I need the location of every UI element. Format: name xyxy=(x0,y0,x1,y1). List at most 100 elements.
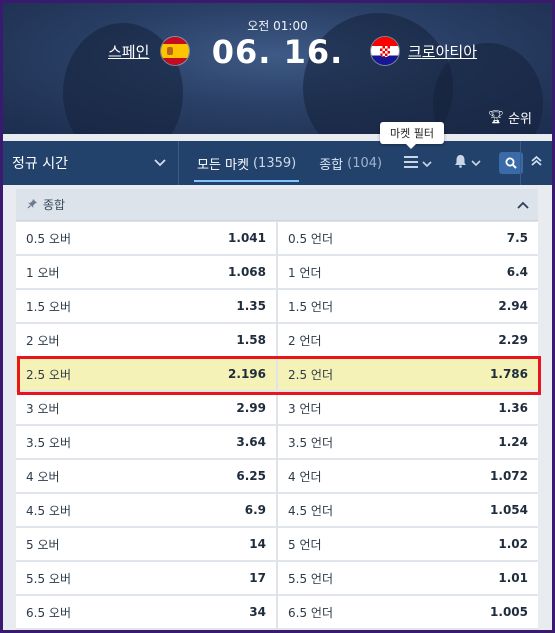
selection-label: 3.5 언더 xyxy=(288,435,333,450)
odds-row: 6.5 오버 34 6.5 언더 1.005 xyxy=(16,596,538,630)
odds-value: 1.36 xyxy=(498,401,528,415)
selection-label: 1 언더 xyxy=(288,265,322,280)
over-odds-button[interactable]: 0.5 오버 1.041 xyxy=(16,222,276,255)
double-chevron-up-icon xyxy=(531,155,542,171)
under-odds-button[interactable]: 4 언더 1.072 xyxy=(278,460,538,493)
tab-summary[interactable]: 종합 (104) xyxy=(319,141,382,185)
odds-value: 1.24 xyxy=(498,435,528,449)
chevron-down-icon xyxy=(154,157,166,170)
odds-value: 1.02 xyxy=(498,537,528,551)
selection-label: 3 오버 xyxy=(26,401,60,416)
period-dropdown[interactable]: 정규 시간 xyxy=(3,141,179,185)
tab-count: (104) xyxy=(347,155,383,171)
over-odds-button[interactable]: 4.5 오버 6.9 xyxy=(16,494,276,527)
tab-all-markets[interactable]: 모든 마켓 (1359) xyxy=(194,141,300,185)
over-odds-button[interactable]: 3 오버 2.99 xyxy=(16,392,276,425)
over-odds-button[interactable]: 5.5 오버 17 xyxy=(16,562,276,595)
market-header[interactable]: 종합 xyxy=(16,189,538,221)
under-odds-button[interactable]: 1.5 언더 2.94 xyxy=(278,290,538,323)
selection-label: 5.5 오버 xyxy=(26,571,71,586)
odds-row: 0.5 오버 1.041 0.5 언더 7.5 xyxy=(16,222,538,256)
home-team-link[interactable]: 스페인 xyxy=(108,41,149,62)
over-odds-button[interactable]: 2.5 오버 2.196 xyxy=(16,358,276,391)
selection-label: 5 오버 xyxy=(26,537,60,552)
selection-label: 0.5 오버 xyxy=(26,231,71,246)
notification-button[interactable] xyxy=(454,154,481,172)
selection-label: 2.5 오버 xyxy=(26,367,71,382)
market-tab-bar: 정규 시간 모든 마켓 (1359) 종합 (104) xyxy=(3,141,552,185)
over-odds-button[interactable]: 3.5 오버 3.64 xyxy=(16,426,276,459)
selection-label: 5.5 언더 xyxy=(288,571,333,586)
odds-row: 3.5 오버 3.64 3.5 언더 1.24 xyxy=(16,426,538,460)
odds-value: 3.64 xyxy=(236,435,266,449)
odds-row: 5.5 오버 17 5.5 언더 1.01 xyxy=(16,562,538,596)
market-filter-button[interactable] xyxy=(404,154,432,172)
kickoff-time: 오전 01:00 xyxy=(247,19,308,33)
away-team-link[interactable]: 크로아티아 xyxy=(408,41,477,62)
under-odds-button[interactable]: 4.5 언더 1.054 xyxy=(278,494,538,527)
pin-icon[interactable] xyxy=(27,198,38,212)
odds-row: 5 오버 14 5 언더 1.02 xyxy=(16,528,538,562)
selection-label: 1.5 언더 xyxy=(288,299,333,314)
selection-label: 4 오버 xyxy=(26,469,60,484)
odds-value: 34 xyxy=(249,605,266,619)
selection-label: 5 언더 xyxy=(288,537,322,552)
under-odds-button[interactable]: 3.5 언더 1.24 xyxy=(278,426,538,459)
ranking-label: 순위 xyxy=(508,112,532,127)
under-odds-button[interactable]: 2.5 언더 1.786 xyxy=(278,358,538,391)
bell-icon xyxy=(454,154,467,172)
odds-value: 1.068 xyxy=(228,265,266,279)
chevron-up-icon[interactable] xyxy=(517,198,529,212)
odds-row: 4.5 오버 6.9 4.5 언더 1.054 xyxy=(16,494,538,528)
selection-label: 6.5 오버 xyxy=(26,605,71,620)
under-odds-button[interactable]: 1 언더 6.4 xyxy=(278,256,538,289)
trophy-icon: 🏆︎ xyxy=(487,110,505,125)
over-odds-button[interactable]: 1 오버 1.068 xyxy=(16,256,276,289)
match-banner: 오전 01:00 06. 16. 스페인 크로아티아 🏆︎ 순위 xyxy=(3,3,552,134)
chevron-down-icon xyxy=(422,154,432,172)
selection-label: 2 오버 xyxy=(26,333,60,348)
under-odds-button[interactable]: 5.5 언더 1.01 xyxy=(278,562,538,595)
under-odds-button[interactable]: 6.5 언더 1.005 xyxy=(278,596,538,629)
under-odds-button[interactable]: 2 언더 2.29 xyxy=(278,324,538,357)
odds-value: 1.041 xyxy=(228,231,266,245)
market-title: 종합 xyxy=(43,198,66,212)
odds-value: 1.786 xyxy=(490,367,528,381)
spain-flag-icon xyxy=(161,37,189,65)
selection-label: 1.5 오버 xyxy=(26,299,71,314)
over-odds-button[interactable]: 1.5 오버 1.35 xyxy=(16,290,276,323)
over-odds-button[interactable]: 6.5 오버 34 xyxy=(16,596,276,629)
odds-rows: 0.5 오버 1.041 0.5 언더 7.5 1 오버 1.068 1 언더 6.4 … xyxy=(16,221,538,630)
sportsbook-page: 오전 01:00 06. 16. 스페인 크로아티아 🏆︎ 순위 정규 시간 모… xyxy=(3,3,552,630)
under-odds-button[interactable]: 3 언더 1.36 xyxy=(278,392,538,425)
search-icon xyxy=(505,154,517,173)
selection-label: 2.5 언더 xyxy=(288,367,333,382)
collapse-all-button[interactable] xyxy=(520,141,552,185)
over-odds-button[interactable]: 4 오버 6.25 xyxy=(16,460,276,493)
under-odds-button[interactable]: 5 언더 1.02 xyxy=(278,528,538,561)
odds-value: 6.25 xyxy=(236,469,266,483)
odds-value: 1.054 xyxy=(490,503,528,517)
market-title-group: 종합 xyxy=(27,196,65,213)
selection-label: 6.5 언더 xyxy=(288,605,333,620)
odds-value: 2.94 xyxy=(498,299,528,313)
odds-row: 2 오버 1.58 2 언더 2.29 xyxy=(16,324,538,358)
croatia-flag-icon xyxy=(371,37,399,65)
selection-label: 1 오버 xyxy=(26,265,60,280)
odds-value: 14 xyxy=(249,537,266,551)
tab-label: 모든 마켓 xyxy=(197,157,249,173)
period-label: 정규 시간 xyxy=(12,156,68,172)
over-odds-button[interactable]: 2 오버 1.58 xyxy=(16,324,276,357)
selection-label: 2 언더 xyxy=(288,333,322,348)
tab-count: (1359) xyxy=(252,155,297,171)
odds-row: 4 오버 6.25 4 언더 1.072 xyxy=(16,460,538,494)
over-odds-button[interactable]: 5 오버 14 xyxy=(16,528,276,561)
selection-label: 4.5 오버 xyxy=(26,503,71,518)
odds-value: 2.29 xyxy=(498,333,528,347)
odds-value: 2.99 xyxy=(236,401,266,415)
selection-label: 0.5 언더 xyxy=(288,231,333,246)
under-odds-button[interactable]: 0.5 언더 7.5 xyxy=(278,222,538,255)
total-goals-market: 종합 0.5 오버 1.041 0.5 언더 7.5 1 오버 1.068 1 언더 6… xyxy=(16,189,538,630)
ranking-button[interactable]: 🏆︎ 순위 xyxy=(488,108,532,127)
odds-row: 3 오버 2.99 3 언더 1.36 xyxy=(16,392,538,426)
